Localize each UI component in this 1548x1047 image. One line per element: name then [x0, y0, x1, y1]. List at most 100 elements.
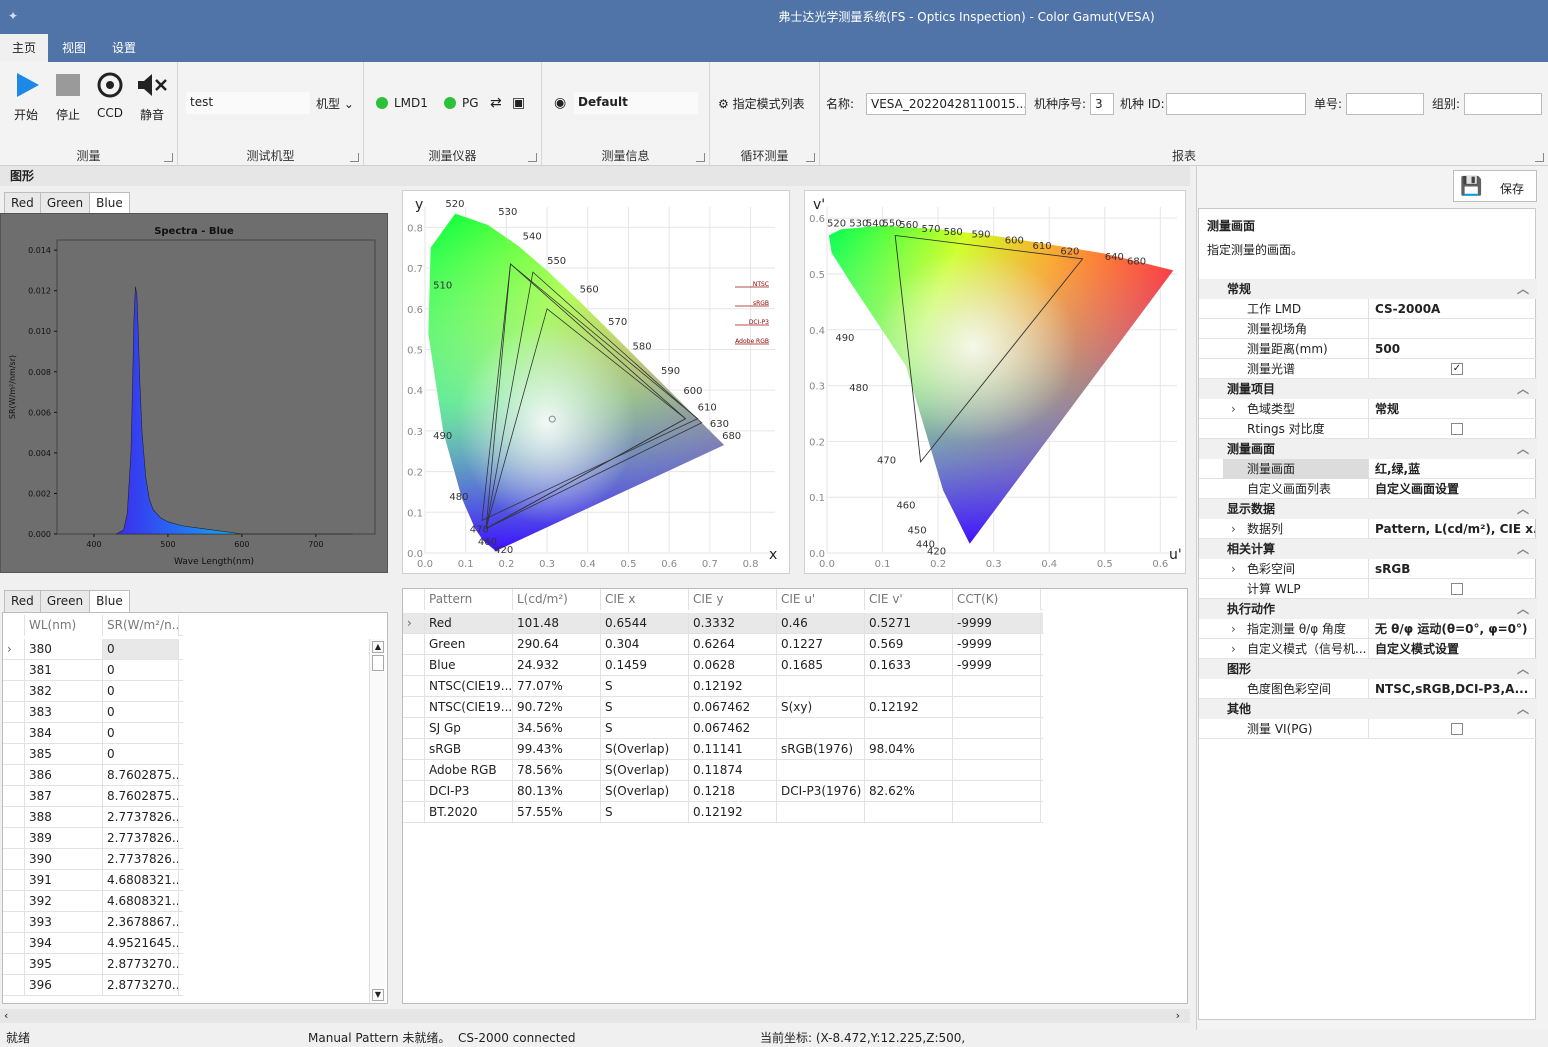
column-header[interactable]: CIE u': [777, 589, 865, 610]
property-category[interactable]: 测量画面 ︿: [1199, 439, 1537, 459]
result-cell[interactable]: 0.6544: [601, 613, 689, 634]
result-cell[interactable]: 0.067462: [689, 697, 777, 718]
chevron-right-icon[interactable]: ›: [1231, 619, 1236, 639]
result-cell[interactable]: [953, 739, 1041, 760]
result-cell[interactable]: 98.04%: [865, 739, 953, 760]
dialog-launcher-icon[interactable]: [164, 153, 173, 162]
wl-cell[interactable]: 391: [25, 870, 103, 891]
table-row[interactable]: 395 2.8773270...: [3, 954, 183, 975]
wl-cell[interactable]: 396: [25, 975, 103, 996]
property-row[interactable]: › 数据列 Pattern, L(cd/m²), CIE x...: [1199, 519, 1537, 539]
col-sr[interactable]: SR(W/m²/n...: [103, 615, 179, 636]
table-row[interactable]: Green 290.64 0.304 0.6264 0.1227 0.569 -9999: [403, 634, 1043, 655]
property-value[interactable]: 红,绿,蓝: [1371, 459, 1535, 479]
wl-cell[interactable]: 382: [25, 681, 103, 702]
table-row[interactable]: 388 2.7737826...: [3, 807, 183, 828]
name-input[interactable]: VESA_20220428110015...: [866, 93, 1026, 115]
table-row[interactable]: 382 0: [3, 681, 183, 702]
sr-cell[interactable]: 0: [103, 639, 179, 660]
sr-cell[interactable]: 2.7737826...: [103, 849, 179, 870]
mute-button[interactable]: 静音: [134, 70, 170, 123]
tab-blue[interactable]: Blue: [89, 590, 130, 612]
sr-cell[interactable]: 4.6808321...: [103, 870, 179, 891]
pattern-list-button[interactable]: ⚙ 指定模式列表: [718, 93, 805, 115]
result-cell[interactable]: sRGB(1976): [777, 739, 865, 760]
result-cell[interactable]: 0.569: [865, 634, 953, 655]
result-cell[interactable]: [777, 760, 865, 781]
result-cell[interactable]: [777, 802, 865, 823]
property-value[interactable]: 自定义模式设置: [1371, 639, 1535, 659]
table-row[interactable]: › Red 101.48 0.6544 0.3332 0.46 0.5271 -9999: [403, 613, 1043, 634]
model-id-input[interactable]: [1166, 93, 1306, 115]
result-cell[interactable]: [953, 802, 1041, 823]
property-category[interactable]: 其他 ︿: [1199, 699, 1537, 719]
result-cell[interactable]: S(Overlap): [601, 760, 689, 781]
collapse-icon[interactable]: ︿: [1517, 539, 1529, 559]
lmd-status[interactable]: LMD1: [376, 92, 428, 114]
result-cell[interactable]: [865, 676, 953, 697]
result-cell[interactable]: 0.12192: [689, 676, 777, 697]
result-cell[interactable]: DCI-P3: [425, 781, 513, 802]
test-model-input[interactable]: test: [186, 92, 310, 114]
result-cell[interactable]: S(Overlap): [601, 781, 689, 802]
property-category[interactable]: 执行动作 ︿: [1199, 599, 1537, 619]
property-category[interactable]: 相关计算 ︿: [1199, 539, 1537, 559]
result-cell[interactable]: [777, 718, 865, 739]
result-cell[interactable]: 82.62%: [865, 781, 953, 802]
result-cell[interactable]: -9999: [953, 634, 1041, 655]
result-cell[interactable]: 34.56%: [513, 718, 601, 739]
table-row[interactable]: 391 4.6808321...: [3, 870, 183, 891]
table-row[interactable]: 386 8.7602875...: [3, 765, 183, 786]
dialog-launcher-icon[interactable]: [528, 153, 537, 162]
menu-view[interactable]: 视图: [50, 34, 98, 62]
tab-green[interactable]: Green: [39, 590, 91, 612]
table-row[interactable]: BT.2020 57.55% S 0.12192: [403, 802, 1043, 823]
wl-cell[interactable]: 380: [25, 639, 103, 660]
property-category[interactable]: 图形 ︿: [1199, 659, 1537, 679]
result-cell[interactable]: 0.46: [777, 613, 865, 634]
sr-cell[interactable]: 0: [103, 723, 179, 744]
result-cell[interactable]: 0.1227: [777, 634, 865, 655]
result-cell[interactable]: 0.1633: [865, 655, 953, 676]
col-wl[interactable]: WL(nm): [25, 615, 103, 636]
chevron-right-icon[interactable]: ›: [1231, 519, 1236, 539]
property-row[interactable]: 测量视场角: [1199, 319, 1537, 339]
table-row[interactable]: NTSC(CIE19... 77.07% S 0.12192: [403, 676, 1043, 697]
property-row[interactable]: 计算 WLP: [1199, 579, 1537, 599]
sr-cell[interactable]: 0: [103, 660, 179, 681]
sr-cell[interactable]: 2.3678867...: [103, 912, 179, 933]
table-row[interactable]: 390 2.7737826...: [3, 849, 183, 870]
property-row[interactable]: 测量 VI(PG): [1199, 719, 1537, 739]
result-cell[interactable]: NTSC(CIE19...: [425, 676, 513, 697]
wl-cell[interactable]: 386: [25, 765, 103, 786]
property-category[interactable]: 常规 ︿: [1199, 279, 1537, 299]
result-cell[interactable]: 0.6264: [689, 634, 777, 655]
property-row[interactable]: 工作 LMD CS-2000A: [1199, 299, 1537, 319]
seq-input[interactable]: 3: [1090, 93, 1114, 115]
result-cell[interactable]: 0.3332: [689, 613, 777, 634]
result-cell[interactable]: [865, 802, 953, 823]
result-cell[interactable]: [865, 760, 953, 781]
table-row[interactable]: 392 4.6808321...: [3, 891, 183, 912]
wl-cell[interactable]: 393: [25, 912, 103, 933]
result-cell[interactable]: 0.11141: [689, 739, 777, 760]
wl-scrollbar[interactable]: ▲ ▼: [369, 639, 385, 1003]
property-row[interactable]: › 色彩空间 sRGB: [1199, 559, 1537, 579]
result-cell[interactable]: S(Overlap): [601, 739, 689, 760]
collapse-icon[interactable]: ︿: [1517, 659, 1529, 679]
result-cell[interactable]: Red: [425, 613, 513, 634]
checkbox[interactable]: ✓: [1451, 363, 1463, 375]
pg-status[interactable]: PG: [444, 92, 479, 114]
property-value[interactable]: Pattern, L(cd/m²), CIE x...: [1371, 519, 1535, 539]
table-row[interactable]: DCI-P3 80.13% S(Overlap) 0.1218 DCI-P3(1976)…: [403, 781, 1043, 802]
property-value[interactable]: [1371, 319, 1535, 339]
wl-cell[interactable]: 383: [25, 702, 103, 723]
table-row[interactable]: 383 0: [3, 702, 183, 723]
tab-red[interactable]: Red: [4, 192, 41, 214]
scroll-thumb[interactable]: [372, 655, 384, 671]
collapse-icon[interactable]: ︿: [1517, 699, 1529, 719]
group-input[interactable]: [1464, 93, 1542, 115]
result-cell[interactable]: 78.56%: [513, 760, 601, 781]
result-cell[interactable]: 0.1218: [689, 781, 777, 802]
sr-cell[interactable]: 2.7737826...: [103, 828, 179, 849]
